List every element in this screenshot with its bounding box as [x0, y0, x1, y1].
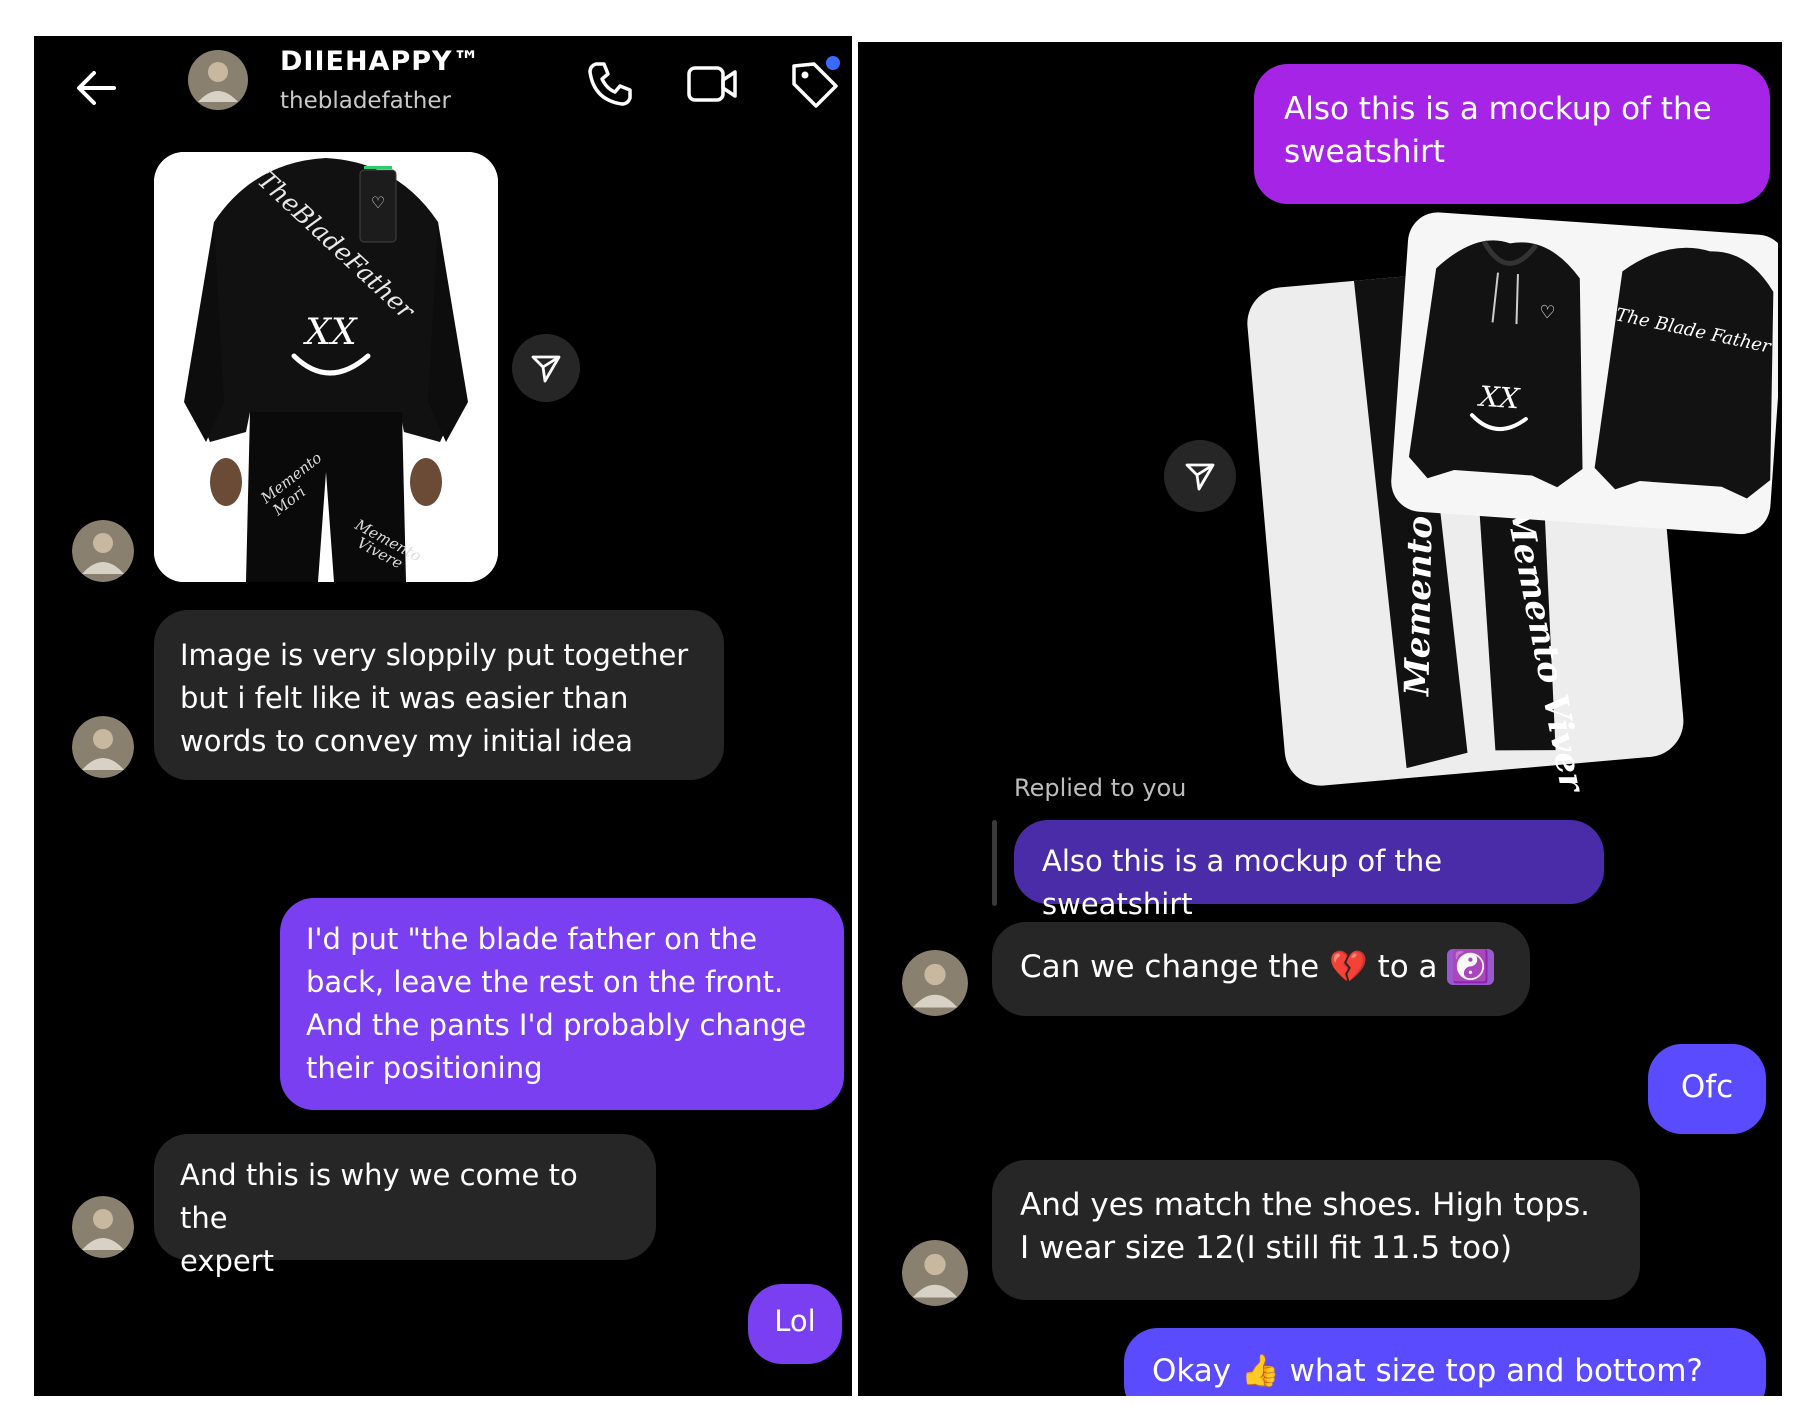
message-text: what size top and bottom? [1289, 1353, 1703, 1389]
quoted-message[interactable]: Also this is a mockup of the sweatshirt [1014, 820, 1604, 921]
message-line: sweatshirt [1284, 134, 1446, 170]
message-line: And yes match the shoes. High tops. [1020, 1187, 1591, 1223]
message-line: I'd put "the blade father on the [306, 922, 758, 956]
right-chat-screenshot: Also this is a mockup of the sweatshirt … [858, 42, 1782, 1396]
reply-bar [992, 820, 997, 906]
incoming-message[interactable]: And yes match the shoes. High tops. I we… [992, 1160, 1640, 1300]
incoming-message[interactable]: Image is very sloppily put together but … [154, 610, 724, 780]
message-line: And the pants I'd probably change [306, 1008, 807, 1042]
broken-heart-emoji: 💔 [1329, 949, 1368, 985]
message-line: I wear size 12(I still fit 11.5 too) [1020, 1230, 1513, 1266]
yin-yang-emoji: ☯️ [1447, 949, 1495, 985]
outgoing-message[interactable]: Also this is a mockup of the sweatshirt [1254, 64, 1770, 204]
message-text: Can we change the [1020, 949, 1320, 985]
message-line: back, leave the rest on the front. [306, 965, 784, 999]
message-line: expert [180, 1244, 275, 1278]
contact-avatar[interactable] [72, 716, 134, 778]
contact-avatar[interactable] [902, 1240, 968, 1306]
message-line: Also this is a mockup of the [1284, 91, 1712, 127]
left-chat-screenshot: DIIEHAPPY™ thebladefather ♡ TheBladeFath… [34, 36, 852, 1396]
outgoing-message[interactable]: Ofc [1648, 1044, 1766, 1134]
contact-username[interactable]: thebladefather [280, 88, 451, 114]
reply-label: Replied to you [1014, 774, 1187, 802]
share-button[interactable] [1164, 440, 1236, 512]
mockup-xx-text: XX [1476, 380, 1521, 416]
incoming-message[interactable]: Can we change the 💔 to a ☯️ [992, 922, 1530, 1016]
hoodie-image[interactable]: ♡ TheBladeFather XX Memento Mori Memento… [154, 152, 498, 582]
header-avatar[interactable] [188, 50, 248, 110]
message-line: And this is why we come to the [180, 1158, 578, 1235]
message-line: Also this is a mockup of the sweatshirt [1042, 844, 1443, 921]
contact-avatar[interactable] [72, 520, 134, 582]
svg-text:♡: ♡ [371, 193, 385, 212]
outgoing-message[interactable]: I'd put "the blade father on the back, l… [280, 898, 844, 1110]
contact-name[interactable]: DIIEHAPPY™ [280, 46, 481, 77]
tag-icon[interactable] [786, 56, 842, 112]
message-line: words to convey my initial idea [180, 724, 634, 758]
outgoing-message[interactable]: Okay 👍 what size top and bottom? [1124, 1328, 1766, 1396]
video-camera-icon[interactable] [684, 56, 740, 112]
unread-dot [826, 56, 840, 70]
svg-text:♡: ♡ [1539, 302, 1557, 324]
message-line: but i felt like it was easier than [180, 681, 629, 715]
mockup-image[interactable]: Memento Mori Memento Vivere ♡ XX The Bla… [1238, 212, 1782, 816]
thumbs-up-emoji: 👍 [1241, 1353, 1280, 1389]
message-line: Lol [774, 1304, 816, 1338]
hoodie-xx-text: XX [302, 312, 358, 353]
share-button[interactable] [512, 334, 580, 402]
back-arrow-icon[interactable] [68, 58, 128, 118]
message-line: Image is very sloppily put together [180, 638, 689, 672]
outgoing-message[interactable]: Lol [748, 1284, 842, 1364]
contact-avatar[interactable] [902, 950, 968, 1016]
contact-avatar[interactable] [72, 1196, 134, 1258]
send-icon [531, 355, 561, 383]
incoming-message[interactable]: And this is why we come to the expert [154, 1134, 656, 1278]
message-line: Ofc [1680, 1069, 1734, 1105]
message-line: their positioning [306, 1051, 543, 1085]
message-text: Okay [1152, 1353, 1232, 1389]
phone-icon[interactable] [582, 56, 638, 112]
send-icon [1185, 463, 1215, 491]
message-text: to a [1377, 949, 1438, 985]
